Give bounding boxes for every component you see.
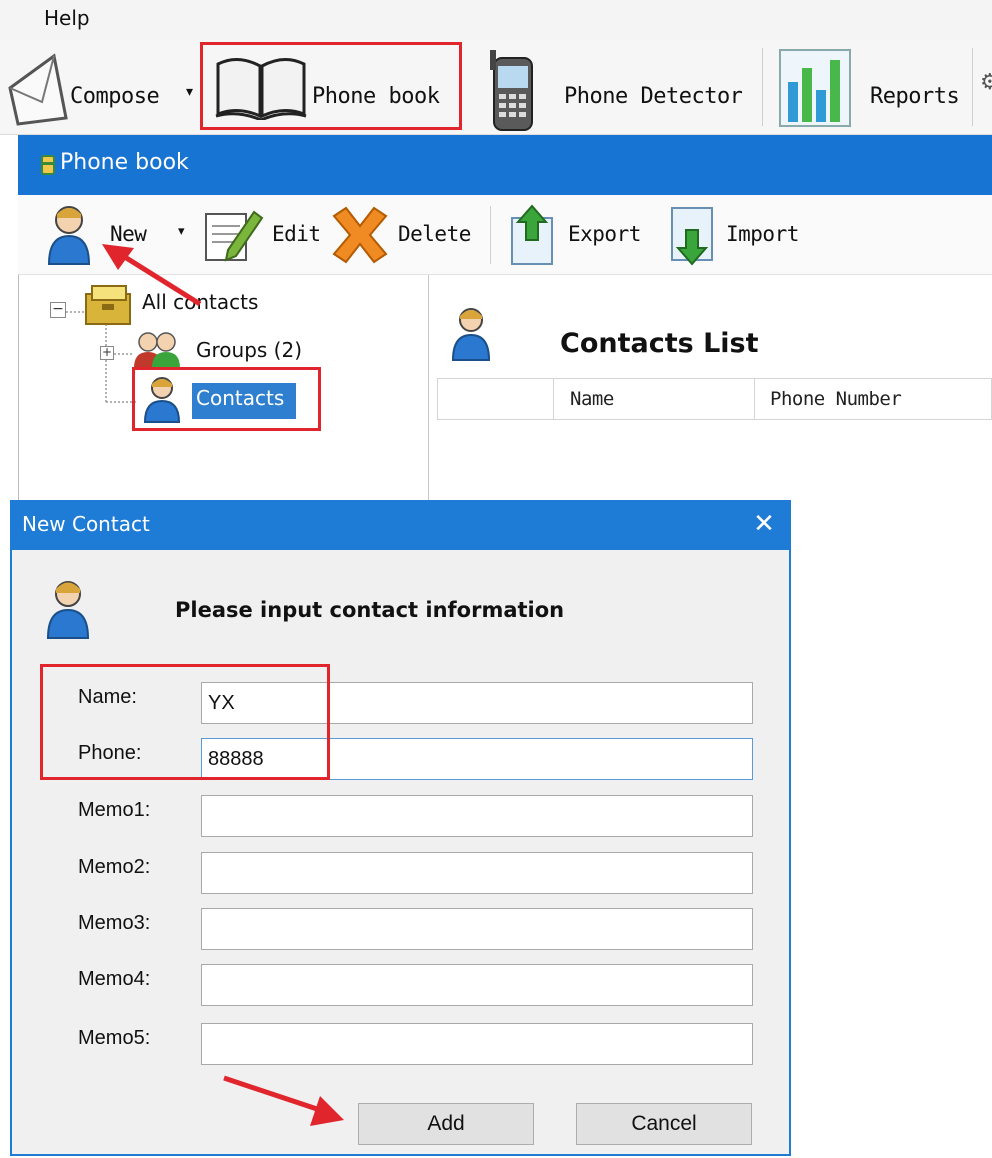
contacts-list-person-icon (451, 308, 491, 361)
export-button[interactable]: Export (504, 200, 644, 268)
delete-label: Delete (398, 222, 471, 246)
import-button[interactable]: Import (664, 200, 814, 268)
tree-expand-toggle-icon[interactable]: + (100, 346, 114, 360)
add-button[interactable]: Add (358, 1103, 534, 1145)
close-icon[interactable]: ✕ (748, 508, 780, 540)
export-icon (511, 204, 553, 265)
phonebook-label: Phone book (312, 84, 440, 109)
mobile-phone-icon (490, 50, 533, 131)
settings-icon[interactable]: ⚙ (980, 70, 992, 95)
delete-button[interactable]: Delete (326, 200, 476, 268)
name-field[interactable] (201, 682, 753, 724)
toolbar-separator (762, 48, 763, 126)
phonebook-window-icon (41, 155, 55, 175)
phonebook-window-title: Phone book (60, 150, 189, 175)
edit-button[interactable]: Edit (200, 200, 321, 268)
new-contact-title: New Contact (22, 512, 150, 536)
dialog-heading: Please input contact information (175, 598, 565, 622)
cancel-button[interactable]: Cancel (576, 1103, 752, 1145)
dialog-person-icon (46, 581, 90, 639)
contact-person-icon (143, 377, 181, 423)
import-icon (671, 207, 713, 266)
bar-chart-icon (779, 49, 851, 127)
memo3-field[interactable] (201, 908, 753, 950)
open-book-icon (215, 58, 307, 120)
phone-field[interactable] (201, 738, 753, 780)
phone-label: Phone: (78, 742, 142, 764)
annotation-arrow-to-add (223, 1075, 344, 1126)
compose-dropdown-arrow-icon[interactable]: ▾ (186, 84, 193, 100)
edit-label: Edit (272, 222, 321, 246)
tree-item-contacts[interactable]: Contacts (196, 386, 284, 410)
import-label: Import (726, 222, 799, 246)
phonebook-button[interactable]: Phone book (202, 44, 460, 130)
delete-x-icon (332, 206, 388, 264)
name-label: Name: (78, 686, 137, 708)
tree-item-groups[interactable]: Groups (2) (196, 338, 302, 362)
memo1-label: Memo1: (78, 799, 151, 821)
contacts-list-title: Contacts List (560, 328, 759, 359)
phonebook-toolbar-separator (490, 206, 491, 264)
tree-collapse-toggle-icon[interactable]: − (50, 302, 66, 318)
memo4-field[interactable] (201, 964, 753, 1006)
compose-button[interactable]: Compose ▾ (0, 42, 200, 132)
menu-help[interactable]: Help (44, 6, 90, 30)
memo2-label: Memo2: (78, 856, 151, 878)
menu-bar (0, 0, 992, 40)
contacts-list-header (437, 378, 992, 420)
notepad-edit-icon (205, 210, 264, 262)
memo5-field[interactable] (201, 1023, 753, 1065)
reports-button[interactable]: Reports (770, 44, 962, 130)
phone-detector-label: Phone Detector (564, 84, 743, 109)
column-header-name[interactable]: Name (570, 388, 614, 410)
person-icon (47, 206, 91, 265)
memo4-label: Memo4: (78, 968, 151, 990)
memo3-label: Memo3: (78, 912, 151, 934)
compose-label: Compose (70, 84, 160, 109)
toolbar-separator (972, 48, 973, 126)
memo5-label: Memo5: (78, 1027, 151, 1049)
export-label: Export (568, 222, 641, 246)
new-dropdown-arrow-icon[interactable]: ▾ (178, 224, 185, 239)
memo2-field[interactable] (201, 852, 753, 894)
phone-detector-button[interactable]: Phone Detector (476, 44, 756, 131)
column-separator[interactable] (553, 378, 554, 420)
reports-label: Reports (870, 84, 960, 109)
groups-icon (134, 332, 180, 368)
column-header-phone-number[interactable]: Phone Number (770, 388, 902, 410)
envelope-icon (8, 53, 68, 126)
column-separator[interactable] (754, 378, 755, 420)
annotation-arrow-to-new (102, 244, 202, 307)
memo1-field[interactable] (201, 795, 753, 837)
